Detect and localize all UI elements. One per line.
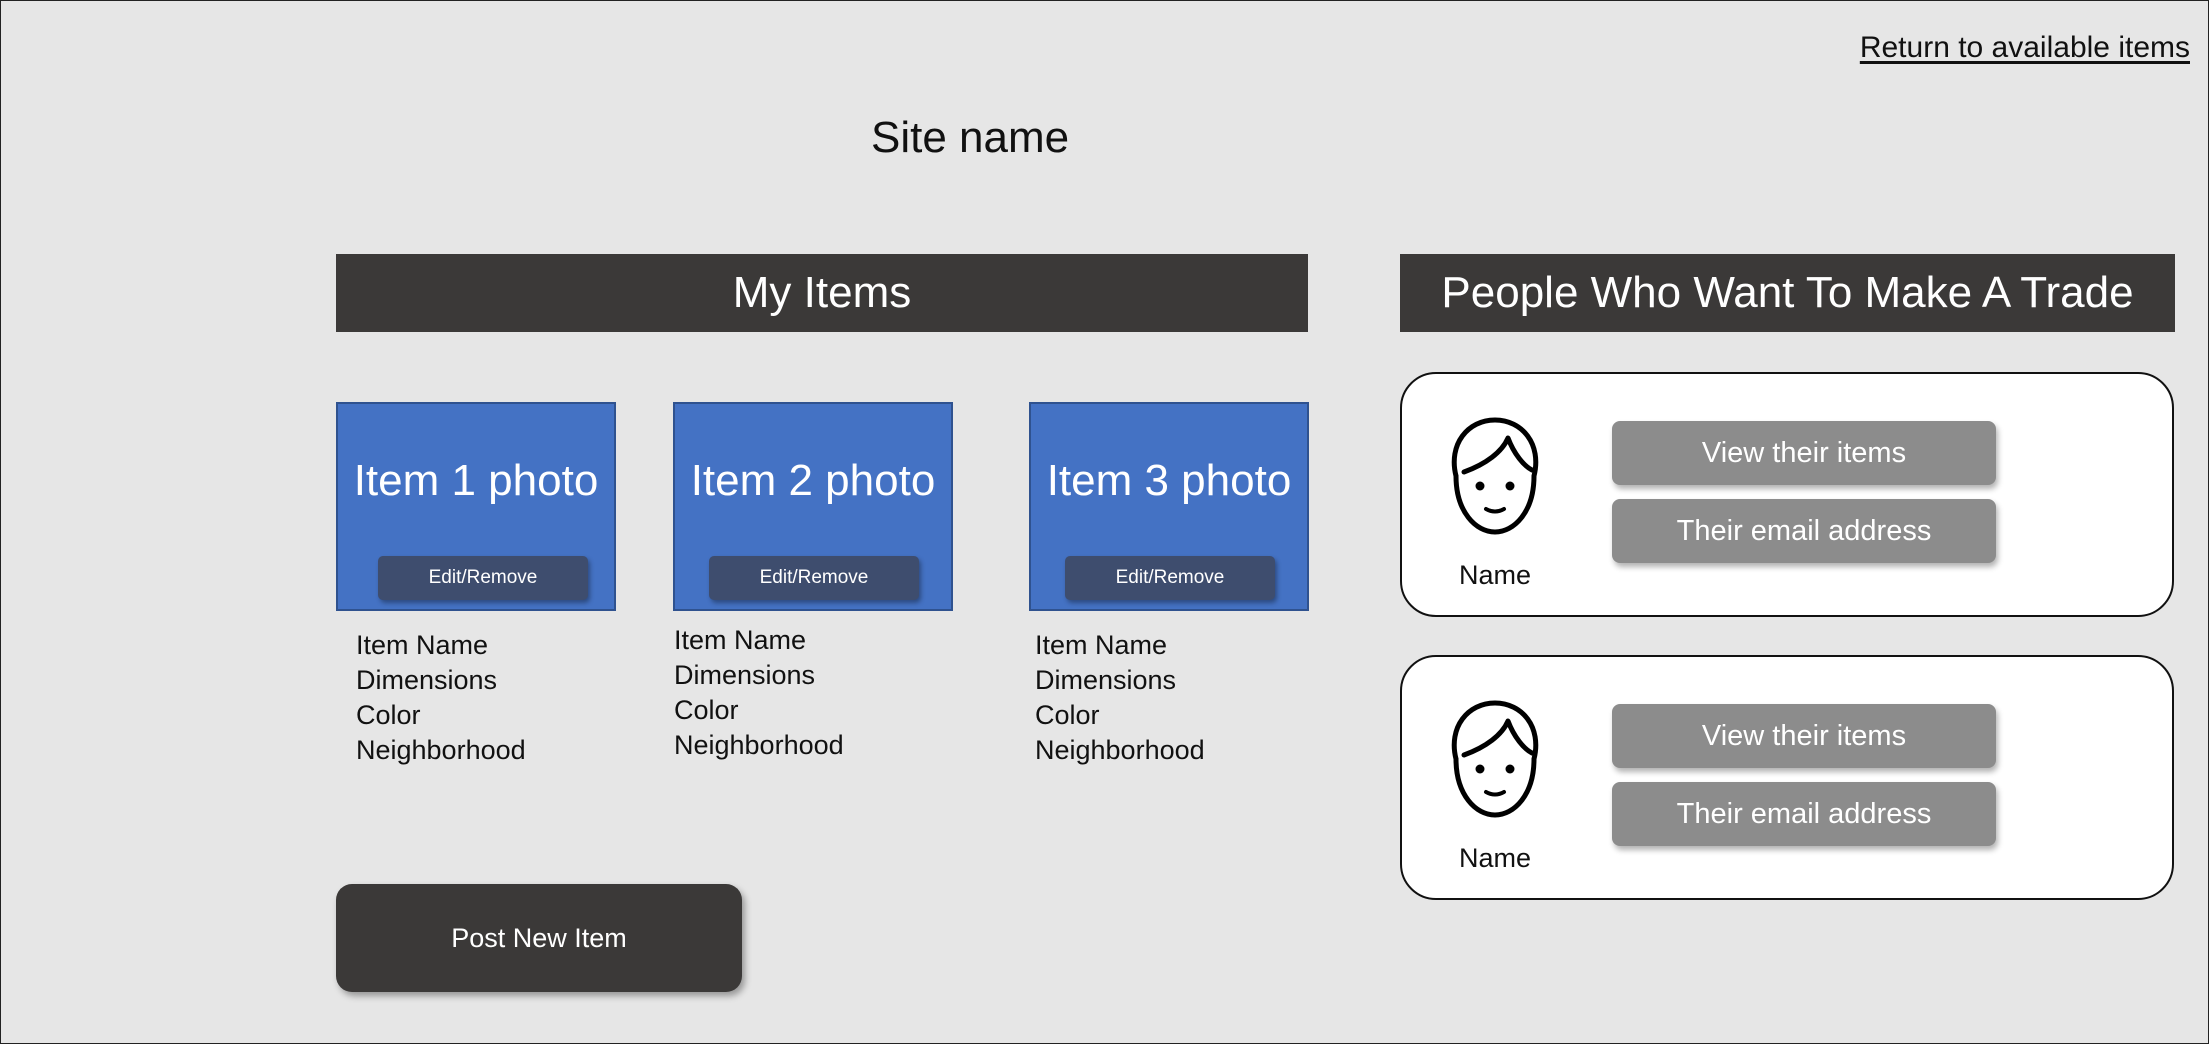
item-neighborhood: Neighborhood (674, 730, 844, 760)
item-photo-card: Item 2 photo Edit/Remove (673, 402, 953, 611)
item-neighborhood: Neighborhood (1035, 735, 1205, 765)
item-photo-label: Item 3 photo (1046, 456, 1292, 505)
person-face-icon (1451, 700, 1539, 818)
edit-remove-button[interactable]: Edit/Remove (1065, 556, 1275, 600)
item-details: Item Name Dimensions Color Neighborhood (1035, 628, 1205, 768)
return-to-available-items-link[interactable]: Return to available items (1860, 31, 2190, 65)
item-dimensions: Dimensions (674, 660, 816, 690)
item-color: Color (674, 695, 739, 725)
item-photo-label: Item 2 photo (690, 456, 936, 505)
item-name: Item Name (356, 630, 489, 660)
post-new-item-button[interactable]: Post New Item (336, 884, 742, 992)
item-photo-card: Item 1 photo Edit/Remove (336, 402, 616, 611)
item-name: Item Name (1035, 630, 1168, 660)
view-their-items-button[interactable]: View their items (1612, 704, 1996, 768)
item-photo-card: Item 3 photo Edit/Remove (1029, 402, 1309, 611)
view-their-items-button[interactable]: View their items (1612, 421, 1996, 485)
item-details: Item Name Dimensions Color Neighborhood (356, 628, 526, 768)
their-email-address-button[interactable]: Their email address (1612, 499, 1996, 563)
item-name: Item Name (674, 625, 807, 655)
my-items-title: My Items (732, 268, 912, 317)
item-color: Color (356, 700, 421, 730)
trades-header: People Who Want To Make A Trade (1400, 254, 2175, 332)
item-color: Color (1035, 700, 1100, 730)
their-email-address-button[interactable]: Their email address (1612, 782, 1996, 846)
item-photo-label: Item 1 photo (353, 456, 599, 505)
edit-remove-button[interactable]: Edit/Remove (709, 556, 919, 600)
page-frame: Return to available items Site name My I… (0, 0, 2209, 1044)
edit-remove-button[interactable]: Edit/Remove (378, 556, 588, 600)
site-name: Site name (871, 113, 1070, 162)
trade-request-card: Name View their items Their email addres… (1400, 372, 2174, 617)
person-face-icon (1451, 417, 1539, 535)
item-dimensions: Dimensions (1035, 665, 1177, 695)
person-name: Name (1458, 560, 1532, 590)
item-dimensions: Dimensions (356, 665, 498, 695)
item-neighborhood: Neighborhood (356, 735, 526, 765)
my-items-header: My Items (336, 254, 1308, 332)
trades-title: People Who Want To Make A Trade (1441, 268, 2134, 317)
trade-request-card: Name View their items Their email addres… (1400, 655, 2174, 900)
person-name: Name (1458, 843, 1532, 873)
item-details: Item Name Dimensions Color Neighborhood (674, 623, 844, 763)
